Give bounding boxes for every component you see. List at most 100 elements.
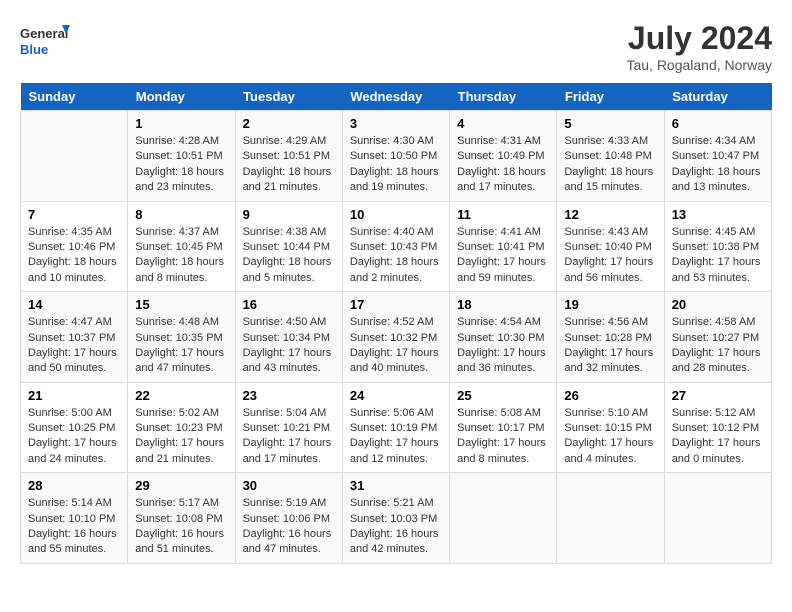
- day-info: Sunrise: 5:06 AMSunset: 10:19 PMDaylight…: [350, 406, 442, 468]
- day-header-tuesday: Tuesday: [235, 83, 342, 111]
- day-number: 1: [135, 116, 227, 131]
- day-number: 23: [243, 388, 335, 403]
- day-number: 30: [243, 478, 335, 493]
- day-number: 17: [350, 297, 442, 312]
- day-info: Sunrise: 5:04 AMSunset: 10:21 PMDaylight…: [243, 406, 335, 468]
- day-number: 13: [672, 207, 764, 222]
- calendar-cell: 1 Sunrise: 4:28 AMSunset: 10:51 PMDayligh…: [128, 111, 235, 202]
- logo: General Blue: [20, 20, 70, 65]
- calendar-cell: 31 Sunrise: 5:21 AMSunset: 10:03 PMDaylig…: [342, 473, 449, 564]
- calendar-week-3: 14 Sunrise: 4:47 AMSunset: 10:37 PMDaylig…: [21, 292, 772, 383]
- calendar-cell: 14 Sunrise: 4:47 AMSunset: 10:37 PMDaylig…: [21, 292, 128, 383]
- day-number: 12: [564, 207, 656, 222]
- calendar-cell: 24 Sunrise: 5:06 AMSunset: 10:19 PMDaylig…: [342, 382, 449, 473]
- logo-svg: General Blue: [20, 20, 70, 65]
- page-header: General Blue July 2024 Tau, Rogaland, No…: [20, 20, 772, 73]
- day-number: 7: [28, 207, 120, 222]
- day-info: Sunrise: 4:38 AMSunset: 10:44 PMDaylight…: [243, 225, 335, 287]
- calendar-cell: 7 Sunrise: 4:35 AMSunset: 10:46 PMDayligh…: [21, 201, 128, 292]
- day-number: 4: [457, 116, 549, 131]
- calendar-week-1: 1 Sunrise: 4:28 AMSunset: 10:51 PMDayligh…: [21, 111, 772, 202]
- day-info: Sunrise: 4:43 AMSunset: 10:40 PMDaylight…: [564, 225, 656, 287]
- day-info: Sunrise: 4:35 AMSunset: 10:46 PMDaylight…: [28, 225, 120, 287]
- calendar-cell: 20 Sunrise: 4:58 AMSunset: 10:27 PMDaylig…: [664, 292, 771, 383]
- day-number: 8: [135, 207, 227, 222]
- calendar-cell: [21, 111, 128, 202]
- day-number: 25: [457, 388, 549, 403]
- day-number: 20: [672, 297, 764, 312]
- day-number: 31: [350, 478, 442, 493]
- day-info: Sunrise: 4:34 AMSunset: 10:47 PMDaylight…: [672, 134, 764, 196]
- day-header-monday: Monday: [128, 83, 235, 111]
- day-info: Sunrise: 4:50 AMSunset: 10:34 PMDaylight…: [243, 315, 335, 377]
- day-info: Sunrise: 5:17 AMSunset: 10:08 PMDaylight…: [135, 496, 227, 558]
- calendar-table: SundayMondayTuesdayWednesdayThursdayFrid…: [20, 83, 772, 564]
- day-number: 19: [564, 297, 656, 312]
- calendar-header-row: SundayMondayTuesdayWednesdayThursdayFrid…: [21, 83, 772, 111]
- day-number: 21: [28, 388, 120, 403]
- day-header-thursday: Thursday: [450, 83, 557, 111]
- day-number: 28: [28, 478, 120, 493]
- calendar-cell: 5 Sunrise: 4:33 AMSunset: 10:48 PMDayligh…: [557, 111, 664, 202]
- day-header-wednesday: Wednesday: [342, 83, 449, 111]
- day-info: Sunrise: 4:58 AMSunset: 10:27 PMDaylight…: [672, 315, 764, 377]
- calendar-cell: 30 Sunrise: 5:19 AMSunset: 10:06 PMDaylig…: [235, 473, 342, 564]
- day-number: 26: [564, 388, 656, 403]
- calendar-cell: 22 Sunrise: 5:02 AMSunset: 10:23 PMDaylig…: [128, 382, 235, 473]
- day-info: Sunrise: 5:19 AMSunset: 10:06 PMDaylight…: [243, 496, 335, 558]
- calendar-cell: 9 Sunrise: 4:38 AMSunset: 10:44 PMDayligh…: [235, 201, 342, 292]
- day-number: 29: [135, 478, 227, 493]
- calendar-cell: 6 Sunrise: 4:34 AMSunset: 10:47 PMDayligh…: [664, 111, 771, 202]
- calendar-cell: 18 Sunrise: 4:54 AMSunset: 10:30 PMDaylig…: [450, 292, 557, 383]
- calendar-cell: 4Sunrise: 4:31 AMSunset: 10:49 PMDayligh…: [450, 111, 557, 202]
- day-number: 2: [243, 116, 335, 131]
- day-info: Sunrise: 4:40 AMSunset: 10:43 PMDaylight…: [350, 225, 442, 287]
- day-number: 3: [350, 116, 442, 131]
- day-header-saturday: Saturday: [664, 83, 771, 111]
- calendar-cell: 8Sunrise: 4:37 AMSunset: 10:45 PMDayligh…: [128, 201, 235, 292]
- calendar-week-4: 21 Sunrise: 5:00 AMSunset: 10:25 PMDaylig…: [21, 382, 772, 473]
- day-number: 14: [28, 297, 120, 312]
- day-header-friday: Friday: [557, 83, 664, 111]
- calendar-cell: 28 Sunrise: 5:14 AMSunset: 10:10 PMDaylig…: [21, 473, 128, 564]
- calendar-cell: 21 Sunrise: 5:00 AMSunset: 10:25 PMDaylig…: [21, 382, 128, 473]
- day-number: 18: [457, 297, 549, 312]
- day-header-sunday: Sunday: [21, 83, 128, 111]
- day-info: Sunrise: 4:30 AMSunset: 10:50 PMDaylight…: [350, 134, 442, 196]
- day-info: Sunrise: 4:47 AMSunset: 10:37 PMDaylight…: [28, 315, 120, 377]
- day-info: Sunrise: 5:00 AMSunset: 10:25 PMDaylight…: [28, 406, 120, 468]
- calendar-cell: 11 Sunrise: 4:41 AMSunset: 10:41 PMDaylig…: [450, 201, 557, 292]
- day-info: Sunrise: 5:12 AMSunset: 10:12 PMDaylight…: [672, 406, 764, 468]
- calendar-cell: 19Sunrise: 4:56 AMSunset: 10:28 PMDaylig…: [557, 292, 664, 383]
- calendar-cell: 25 Sunrise: 5:08 AMSunset: 10:17 PMDaylig…: [450, 382, 557, 473]
- calendar-cell: [450, 473, 557, 564]
- day-info: Sunrise: 4:28 AMSunset: 10:51 PMDaylight…: [135, 134, 227, 196]
- calendar-cell: [557, 473, 664, 564]
- day-info: Sunrise: 5:14 AMSunset: 10:10 PMDaylight…: [28, 496, 120, 558]
- calendar-cell: 15Sunrise: 4:48 AMSunset: 10:35 PMDaylig…: [128, 292, 235, 383]
- day-number: 22: [135, 388, 227, 403]
- day-number: 11: [457, 207, 549, 222]
- day-number: 6: [672, 116, 764, 131]
- day-number: 5: [564, 116, 656, 131]
- svg-text:Blue: Blue: [20, 42, 48, 57]
- month-title: July 2024: [626, 20, 772, 57]
- calendar-cell: 16 Sunrise: 4:50 AMSunset: 10:34 PMDaylig…: [235, 292, 342, 383]
- day-number: 24: [350, 388, 442, 403]
- day-number: 16: [243, 297, 335, 312]
- day-info: Sunrise: 4:33 AMSunset: 10:48 PMDaylight…: [564, 134, 656, 196]
- calendar-cell: 23 Sunrise: 5:04 AMSunset: 10:21 PMDaylig…: [235, 382, 342, 473]
- day-info: Sunrise: 4:45 AMSunset: 10:38 PMDaylight…: [672, 225, 764, 287]
- day-info: Sunrise: 4:41 AMSunset: 10:41 PMDaylight…: [457, 225, 549, 287]
- calendar-week-5: 28 Sunrise: 5:14 AMSunset: 10:10 PMDaylig…: [21, 473, 772, 564]
- calendar-cell: 29 Sunrise: 5:17 AMSunset: 10:08 PMDaylig…: [128, 473, 235, 564]
- day-info: Sunrise: 5:08 AMSunset: 10:17 PMDaylight…: [457, 406, 549, 468]
- day-number: 9: [243, 207, 335, 222]
- calendar-week-2: 7 Sunrise: 4:35 AMSunset: 10:46 PMDayligh…: [21, 201, 772, 292]
- calendar-cell: 12 Sunrise: 4:43 AMSunset: 10:40 PMDaylig…: [557, 201, 664, 292]
- day-info: Sunrise: 4:48 AMSunset: 10:35 PMDaylight…: [135, 315, 227, 377]
- day-info: Sunrise: 5:21 AMSunset: 10:03 PMDaylight…: [350, 496, 442, 558]
- calendar-cell: 3 Sunrise: 4:30 AMSunset: 10:50 PMDayligh…: [342, 111, 449, 202]
- day-info: Sunrise: 4:54 AMSunset: 10:30 PMDaylight…: [457, 315, 549, 377]
- day-info: Sunrise: 5:02 AMSunset: 10:23 PMDaylight…: [135, 406, 227, 468]
